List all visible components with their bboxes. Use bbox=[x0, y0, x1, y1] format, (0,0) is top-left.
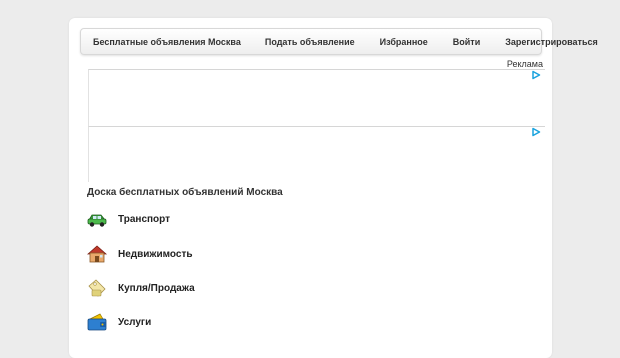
category-label: Купля/Продажа bbox=[118, 282, 195, 294]
ad-label: Реклама bbox=[506, 59, 543, 69]
nav-favorites-link[interactable]: Избранное bbox=[380, 37, 428, 47]
ad-block[interactable] bbox=[88, 69, 545, 126]
top-navigation: Бесплатные объявления Москва Подать объя… bbox=[80, 28, 598, 55]
category-transport[interactable]: Транспорт bbox=[86, 208, 170, 230]
category-label: Недвижимость bbox=[118, 248, 193, 260]
car-icon bbox=[87, 214, 107, 227]
category-label: Услуги bbox=[118, 316, 152, 328]
section-title: Доска бесплатных объявлений Москва bbox=[87, 187, 283, 198]
nav-login-link[interactable]: Войти bbox=[453, 37, 480, 47]
adchoices-icon[interactable] bbox=[531, 70, 541, 80]
nav-post-ad-link[interactable]: Подать объявление bbox=[265, 37, 355, 47]
page-container: Бесплатные объявления Москва Подать объя… bbox=[69, 18, 598, 358]
wallet-icon bbox=[87, 313, 107, 331]
house-icon bbox=[86, 245, 108, 263]
nav-register-link[interactable]: Зарегистрироваться bbox=[505, 37, 597, 47]
price-tag-icon bbox=[88, 279, 106, 297]
adchoices-icon[interactable] bbox=[531, 127, 541, 137]
category-real-estate[interactable]: Недвижимость bbox=[86, 243, 193, 265]
category-services[interactable]: Услуги bbox=[86, 311, 151, 333]
ad-block[interactable] bbox=[88, 126, 545, 182]
category-label: Транспорт bbox=[118, 213, 171, 225]
nav-home-link[interactable]: Бесплатные объявления Москва bbox=[93, 37, 241, 47]
category-buy-sell[interactable]: Купля/Продажа bbox=[86, 277, 195, 299]
